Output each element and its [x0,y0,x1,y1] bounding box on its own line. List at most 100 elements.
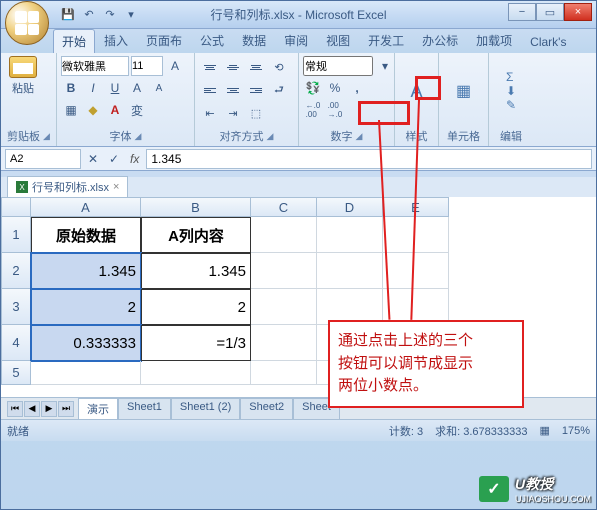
edit-button[interactable]: Σ⬇✎ [493,56,529,126]
cell[interactable] [317,217,383,253]
column-header[interactable]: D [317,197,383,217]
align-right-icon[interactable] [245,79,267,101]
align-middle-icon[interactable] [222,56,244,78]
next-sheet-icon[interactable]: ▶ [41,401,57,417]
number-format-select[interactable] [303,56,373,76]
cell[interactable]: 1.345 [31,253,141,289]
font-color-icon[interactable]: A [105,100,125,120]
cell[interactable]: 1.345 [141,253,251,289]
ribbon-tab[interactable]: Clark's [521,31,575,53]
cell[interactable]: =1/3 [141,325,251,361]
orientation-icon[interactable]: ⟲ [268,56,290,78]
sheet-tab[interactable]: 演示 [78,398,118,419]
formula-bar[interactable] [146,149,592,169]
comma-button[interactable]: , [347,78,367,98]
fx-icon[interactable]: fx [126,152,143,166]
row-header[interactable]: 1 [1,217,31,253]
row-header[interactable]: 4 [1,325,31,361]
row-header[interactable]: 3 [1,289,31,325]
cell[interactable]: 原始数据 [31,217,141,253]
format-dropdown-icon[interactable]: ▾ [375,56,395,76]
align-bottom-icon[interactable] [245,56,267,78]
status-bar: 就绪 计数: 3 求和: 3.678333333 ▦ 175% [1,419,596,441]
cell[interactable] [251,289,317,325]
maximize-button[interactable]: ▭ [536,3,564,21]
bold-button[interactable]: B [61,78,81,98]
ribbon-tab[interactable]: 数据 [233,28,275,53]
align-center-icon[interactable] [222,79,244,101]
ribbon-tab[interactable]: 视图 [317,28,359,53]
merge-icon[interactable]: ⬚ [245,102,267,124]
border-icon[interactable]: ▦ [61,100,81,120]
cell[interactable] [251,325,317,361]
italic-button[interactable]: I [83,78,103,98]
name-box[interactable]: A2 [5,149,81,169]
decrease-indent-icon[interactable]: ⇤ [199,102,221,124]
cell[interactable]: 2 [141,289,251,325]
close-file-icon[interactable]: × [113,181,119,193]
column-header[interactable]: C [251,197,317,217]
wrap-text-icon[interactable]: ⮐ [268,79,290,101]
cell[interactable] [383,253,449,289]
cancel-fx-icon[interactable]: ✕ [84,149,102,169]
redo-icon[interactable]: ↷ [101,6,119,24]
minimize-button[interactable]: − [508,3,536,21]
qat-dropdown-icon[interactable]: ▾ [122,6,140,24]
row-header[interactable]: 5 [1,361,31,385]
shrink-font-icon[interactable]: A [149,78,169,98]
align-top-icon[interactable] [199,56,221,78]
office-button[interactable] [5,1,49,45]
ribbon-tab[interactable]: 办公标 [413,28,467,53]
font-name-input[interactable] [61,56,129,76]
ribbon-tab[interactable]: 开始 [53,29,95,53]
column-header[interactable]: A [31,197,141,217]
cell[interactable]: 2 [31,289,141,325]
sheet-tab[interactable]: Sheet2 [240,398,293,419]
cell[interactable] [251,361,317,385]
column-header[interactable]: B [141,197,251,217]
ribbon-tab[interactable]: 加载项 [467,28,521,53]
phonetic-icon[interactable]: 変 [127,100,147,120]
row-header[interactable]: 2 [1,253,31,289]
font-size-input[interactable] [131,56,163,76]
cell[interactable] [383,217,449,253]
sheet-tab[interactable]: Sheet1 [118,398,171,419]
cell[interactable]: A列内容 [141,217,251,253]
cell[interactable] [141,361,251,385]
first-sheet-icon[interactable]: ⏮ [7,401,23,417]
grow-font-icon[interactable]: A [165,56,185,76]
select-all-corner[interactable] [1,197,31,217]
ribbon-tab[interactable]: 公式 [191,28,233,53]
save-icon[interactable]: 💾 [59,6,77,24]
sheet-tab[interactable]: Sheet1 (2) [171,398,240,419]
enter-fx-icon[interactable]: ✓ [105,149,123,169]
cell[interactable] [251,253,317,289]
last-sheet-icon[interactable]: ⏭ [58,401,74,417]
workbook-tab[interactable]: X 行号和列标.xlsx × [7,176,128,197]
prev-sheet-icon[interactable]: ◀ [24,401,40,417]
close-button[interactable]: × [564,3,592,21]
cell[interactable] [251,217,317,253]
watermark-icon: ✓ [479,476,509,502]
ribbon-tab[interactable]: 开发工 [359,28,413,53]
cell[interactable]: 0.333333 [31,325,141,361]
fill-color-icon[interactable]: ◆ [83,100,103,120]
ribbon-tab[interactable]: 审阅 [275,28,317,53]
ribbon-tab[interactable]: 页面布 [137,28,191,53]
underline-button[interactable]: U [105,78,125,98]
cell[interactable] [31,361,141,385]
align-left-icon[interactable] [199,79,221,101]
font-color-a-icon[interactable]: A [127,78,147,98]
view-normal-icon[interactable]: ▦ [539,424,549,437]
increase-indent-icon[interactable]: ⇥ [222,102,244,124]
ribbon-tab[interactable]: 插入 [95,28,137,53]
paste-button[interactable]: 粘贴 [5,56,41,96]
increase-decimal-button[interactable]: ←.0.00 [303,100,323,120]
currency-icon[interactable]: 💱 [303,78,323,98]
percent-button[interactable]: % [325,78,345,98]
cell[interactable] [317,253,383,289]
decrease-decimal-button[interactable]: .00→.0 [325,100,345,120]
zoom-level[interactable]: 175% [562,425,590,437]
undo-icon[interactable]: ↶ [80,6,98,24]
cells-button[interactable]: ▦ [443,56,484,126]
